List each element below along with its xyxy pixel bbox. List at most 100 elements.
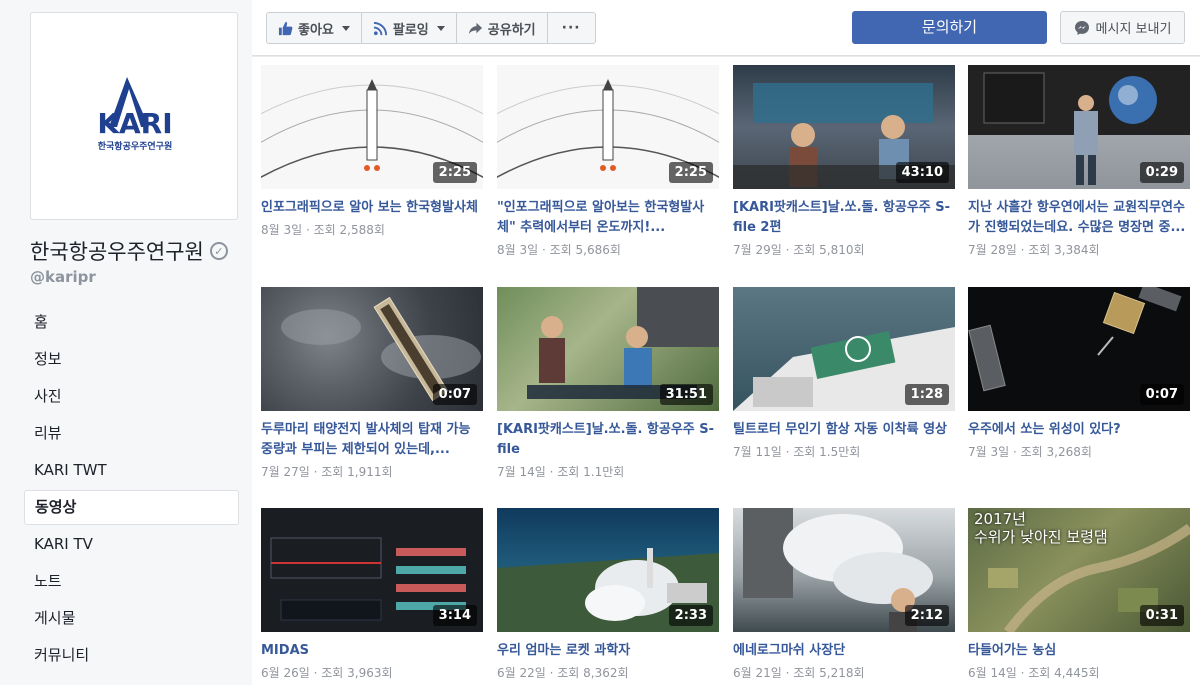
page-sidebar: KARI 한국항공우주연구원 한국항공우주연구원 ✓ @karipr 홈 정보 …	[0, 0, 252, 685]
sidebar-item-kari-tv[interactable]: KARI TV	[24, 526, 239, 563]
video-meta: 6월 21일 · 조회 5,218회	[733, 666, 865, 680]
video-duration: 0:07	[1139, 384, 1184, 405]
video-card[interactable]: 31:51 [KARI팟캐스트]날.쏘.돌. 항공우주 S-file 7월 14…	[497, 287, 719, 480]
video-thumbnail[interactable]: 2:33	[497, 508, 719, 632]
video-thumbnail[interactable]: 31:51	[497, 287, 719, 411]
video-thumbnail[interactable]: 1:28	[733, 287, 955, 411]
video-card[interactable]: 0:07 우주에서 쏘는 위성이 있다? 7월 3일 · 조회 3,268회	[968, 287, 1190, 460]
page-title[interactable]: 한국항공우주연구원 ✓	[30, 236, 228, 266]
video-duration: 1:28	[904, 384, 949, 405]
video-meta: 8월 3일 · 조회 2,588회	[261, 223, 385, 237]
video-thumbnail[interactable]: 2:25	[261, 65, 483, 189]
more-options-button[interactable]: ···	[548, 13, 595, 43]
sidebar-item-reviews[interactable]: 리뷰	[24, 415, 239, 452]
video-title[interactable]: 틸트로터 무인기 함상 자동 이착륙 영상	[733, 420, 955, 440]
video-meta: 6월 26일 · 조회 3,963회	[261, 666, 393, 680]
sidebar-item-videos[interactable]: 동영상	[24, 490, 239, 525]
video-card[interactable]: 3:14 MIDAS 6월 26일 · 조회 3,963회	[261, 508, 483, 681]
video-duration: 2:25	[668, 162, 713, 183]
share-button[interactable]: 공유하기	[457, 13, 548, 43]
video-thumbnail[interactable]: 0:07	[968, 287, 1190, 411]
video-title[interactable]: [KARI팟캐스트]날.쏘.돌. 항공우주 S-file 2편	[733, 198, 955, 238]
video-meta: 8월 3일 · 조회 5,686회	[497, 243, 621, 257]
chevron-down-icon	[436, 25, 445, 31]
verified-check-icon: ✓	[209, 242, 228, 260]
sidebar-item-home[interactable]: 홈	[24, 304, 239, 341]
video-thumbnail[interactable]: 0:29	[968, 65, 1190, 189]
page-action-bar: 좋아요 팔로잉 공유하기 ··· 문의하기 메시지 보내기	[252, 0, 1200, 56]
video-card[interactable]: 2:25 "인포그래픽으로 알아보는 한국형발사체" 추력에서부터 온도까지!.…	[497, 65, 719, 258]
video-duration: 0:07	[432, 384, 477, 405]
sidebar-item-about[interactable]: 정보	[24, 341, 239, 378]
thumbnail-caption: 2017년 수위가 낮아진 보령댐	[974, 510, 1108, 546]
video-thumbnail[interactable]: 43:10	[733, 65, 955, 189]
video-card[interactable]: 0:07 두루마리 태양전지 발사체의 탑재 가능 중량과 부피는 제한되어 있…	[261, 287, 483, 480]
video-duration: 3:14	[432, 605, 477, 626]
page-handle[interactable]: @karipr	[30, 268, 96, 286]
video-title[interactable]: 에네로그마쉬 사장단	[733, 641, 955, 661]
page-profile-picture[interactable]: KARI 한국항공우주연구원	[30, 12, 238, 220]
video-card[interactable]: 0:29 지난 사흘간 항우연에서는 교원직무연수가 진행되었는데요. 수많은 …	[968, 65, 1190, 258]
video-title[interactable]: MIDAS	[261, 641, 483, 661]
like-button[interactable]: 좋아요	[267, 13, 362, 43]
video-duration: 43:10	[895, 162, 949, 183]
video-title[interactable]: 우리 엄마는 로켓 과학자	[497, 641, 719, 661]
video-thumbnail[interactable]: 3:14	[261, 508, 483, 632]
video-title[interactable]: 타들어가는 농심	[968, 641, 1190, 661]
share-button-label: 공유하기	[487, 22, 536, 38]
video-title[interactable]: 인포그래픽으로 알아 보는 한국형발사체	[261, 198, 483, 218]
logo-text: KARI	[97, 107, 172, 140]
video-card[interactable]: 2:25 인포그래픽으로 알아 보는 한국형발사체 8월 3일 · 조회 2,5…	[261, 65, 483, 238]
follow-button-label: 팔로잉	[392, 22, 429, 38]
send-message-button[interactable]: 메시지 보내기	[1060, 11, 1185, 44]
video-meta: 7월 27일 · 조회 1,911회	[261, 465, 393, 479]
video-thumbnail[interactable]: 2017년 수위가 낮아진 보령댐 0:31	[968, 508, 1190, 632]
video-duration: 2:25	[432, 162, 477, 183]
video-title[interactable]: 지난 사흘간 항우연에서는 교원직무연수가 진행되었는데요. 수많은 명장면 중…	[968, 198, 1190, 238]
sidebar-nav: 홈 정보 사진 리뷰 KARI TWT 동영상 KARI TV 노트 게시물 커…	[24, 304, 239, 674]
follow-button[interactable]: 팔로잉	[362, 13, 457, 43]
video-meta: 7월 29일 · 조회 5,810회	[733, 243, 865, 257]
video-title[interactable]: 두루마리 태양전지 발사체의 탑재 가능 중량과 부피는 제한되어 있는데,..…	[261, 420, 483, 460]
video-meta: 7월 14일 · 조회 1.1만회	[497, 465, 625, 479]
thumbnail-caption-line1: 2017년	[974, 510, 1026, 528]
chevron-down-icon	[341, 25, 350, 31]
video-card[interactable]: 1:28 틸트로터 무인기 함상 자동 이착륙 영상 7월 11일 · 조회 1…	[733, 287, 955, 460]
share-arrow-icon	[468, 22, 482, 34]
sidebar-item-notes[interactable]: 노트	[24, 563, 239, 600]
video-card[interactable]: 2:12 에네로그마쉬 사장단 6월 21일 · 조회 5,218회	[733, 508, 955, 681]
messenger-icon	[1074, 20, 1089, 35]
rss-feed-icon	[373, 21, 387, 35]
video-thumbnail[interactable]: 0:07	[261, 287, 483, 411]
video-meta: 7월 28일 · 조회 3,384회	[968, 243, 1100, 257]
video-card[interactable]: 2:33 우리 엄마는 로켓 과학자 6월 22일 · 조회 8,362회	[497, 508, 719, 681]
sidebar-item-photos[interactable]: 사진	[24, 378, 239, 415]
like-button-label: 좋아요	[298, 22, 334, 38]
sidebar-item-community[interactable]: 커뮤니티	[24, 637, 239, 674]
video-grid: 2:25 인포그래픽으로 알아 보는 한국형발사체 8월 3일 · 조회 2,5…	[252, 57, 1200, 685]
video-meta: 6월 14일 · 조회 4,445회	[968, 666, 1100, 680]
video-title[interactable]: [KARI팟캐스트]날.쏘.돌. 항공우주 S-file	[497, 420, 719, 460]
sidebar-item-posts[interactable]: 게시물	[24, 600, 239, 637]
video-title[interactable]: "인포그래픽으로 알아보는 한국형발사체" 추력에서부터 온도까지!...	[497, 198, 719, 238]
video-meta: 7월 11일 · 조회 1.5만회	[733, 445, 861, 459]
video-card[interactable]: 2017년 수위가 낮아진 보령댐 0:31 타들어가는 농심 6월 14일 ·…	[968, 508, 1190, 681]
action-button-group: 좋아요 팔로잉 공유하기 ···	[266, 12, 596, 44]
logo-subtext: 한국항공우주연구원	[98, 140, 173, 152]
video-duration: 0:31	[1139, 605, 1184, 626]
video-duration: 0:29	[1139, 162, 1184, 183]
thumbnail-caption-line2: 수위가 낮아진 보령댐	[974, 528, 1108, 546]
page-title-text[interactable]: 한국항공우주연구원	[30, 236, 204, 266]
thumbs-up-icon	[278, 21, 293, 35]
video-meta: 7월 3일 · 조회 3,268회	[968, 445, 1092, 459]
kari-logo: KARI 한국항공우주연구원	[97, 77, 173, 152]
video-card[interactable]: 43:10 [KARI팟캐스트]날.쏘.돌. 항공우주 S-file 2편 7월…	[733, 65, 955, 258]
send-message-button-label: 메시지 보내기	[1095, 22, 1172, 37]
video-thumbnail[interactable]: 2:12	[733, 508, 955, 632]
video-meta: 6월 22일 · 조회 8,362회	[497, 666, 629, 680]
contact-button[interactable]: 문의하기	[852, 11, 1047, 44]
video-title[interactable]: 우주에서 쏘는 위성이 있다?	[968, 420, 1190, 440]
sidebar-item-kari-twt[interactable]: KARI TWT	[24, 452, 239, 489]
video-thumbnail[interactable]: 2:25	[497, 65, 719, 189]
video-duration: 2:33	[668, 605, 713, 626]
